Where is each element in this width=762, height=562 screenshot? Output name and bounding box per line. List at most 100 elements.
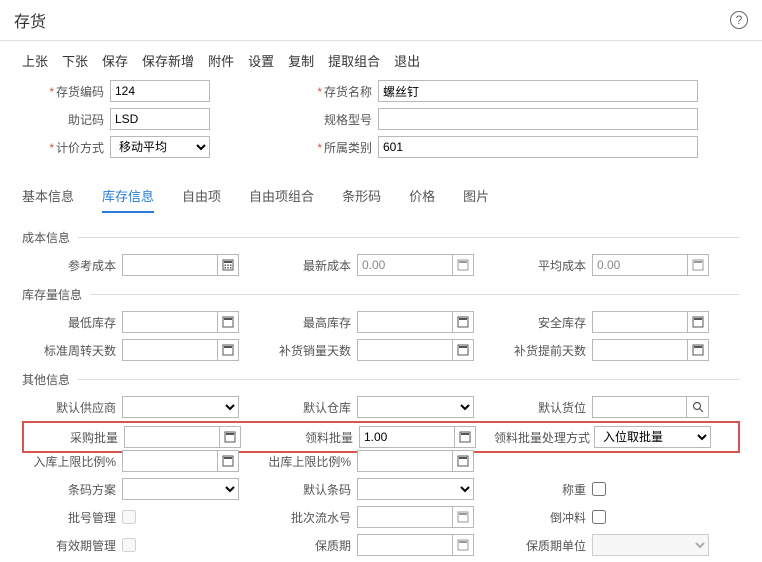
issue-batch-input[interactable] (359, 426, 454, 448)
out-upper-input[interactable] (357, 450, 452, 472)
replenish-sales-label: 补货销量天数 (257, 342, 357, 359)
toolbar-copy[interactable]: 复制 (288, 51, 314, 70)
calculator-icon (452, 534, 474, 556)
reverse-checkbox[interactable] (592, 510, 606, 524)
calculator-icon (687, 254, 709, 276)
toolbar-next[interactable]: 下张 (62, 51, 88, 70)
calculator-icon[interactable] (687, 339, 709, 361)
turnover-label: 标准周转天数 (22, 342, 122, 359)
latest-cost-label: 最新成本 (257, 257, 357, 274)
shelf-life-label: 保质期 (257, 537, 357, 554)
calculator-icon[interactable] (452, 311, 474, 333)
location-label: 默认货位 (492, 399, 592, 416)
safety-stock-input[interactable] (592, 311, 687, 333)
section-other: 其他信息 (22, 371, 740, 388)
weigh-label: 称重 (492, 481, 592, 498)
replenish-lead-label: 补货提前天数 (492, 342, 592, 359)
batch-serial-input (357, 506, 452, 528)
tab-image[interactable]: 图片 (463, 186, 489, 213)
tab-free-item[interactable]: 自由项 (182, 186, 221, 213)
shelf-unit-select (592, 534, 709, 556)
calculator-icon (452, 254, 474, 276)
calculator-icon[interactable] (454, 426, 476, 448)
code-label: 存货编码 (22, 83, 110, 100)
cost-method-select[interactable]: 移动平均 (110, 136, 210, 158)
calculator-icon (452, 506, 474, 528)
avg-cost-input (592, 254, 687, 276)
toolbar: 上张 下张 保存 保存新增 附件 设置 复制 提取组合 退出 (0, 41, 762, 80)
issue-method-select[interactable]: 入位取批量 (594, 426, 711, 448)
mnemonic-input[interactable] (110, 108, 210, 130)
toolbar-save-new[interactable]: 保存新增 (142, 51, 194, 70)
calculator-icon[interactable] (217, 450, 239, 472)
tab-stock-info[interactable]: 库存信息 (102, 186, 154, 213)
purchase-batch-input[interactable] (124, 426, 219, 448)
ref-cost-input[interactable] (122, 254, 217, 276)
highlighted-row: 采购批量 领料批量 领料批量处理方式入位取批量 (22, 421, 740, 453)
toolbar-save[interactable]: 保存 (102, 51, 128, 70)
issue-method-label: 领料批量处理方式 (494, 429, 594, 446)
min-stock-label: 最低库存 (22, 314, 122, 331)
batch-mgmt-checkbox (122, 510, 136, 524)
supplier-select[interactable] (122, 396, 239, 418)
warehouse-label: 默认仓库 (257, 399, 357, 416)
page-title: 存货 (14, 8, 46, 32)
category-label: 所属类别 (290, 139, 378, 156)
tab-free-combo[interactable]: 自由项组合 (249, 186, 314, 213)
calculator-icon[interactable] (217, 339, 239, 361)
calculator-icon[interactable] (219, 426, 241, 448)
tab-price[interactable]: 价格 (409, 186, 435, 213)
replenish-lead-input[interactable] (592, 339, 687, 361)
reverse-label: 倒冲料 (492, 509, 592, 526)
tab-barcode[interactable]: 条形码 (342, 186, 381, 213)
calculator-icon[interactable] (452, 450, 474, 472)
avg-cost-label: 平均成本 (492, 257, 592, 274)
batch-mgmt-label: 批号管理 (22, 509, 122, 526)
code-input[interactable] (110, 80, 210, 102)
calculator-icon[interactable] (217, 311, 239, 333)
toolbar-exit[interactable]: 退出 (394, 51, 420, 70)
search-icon[interactable] (687, 396, 709, 418)
help-icon[interactable]: ? (730, 11, 748, 29)
tab-bar: 基本信息 库存信息 自由项 自由项组合 条形码 价格 图片 (0, 174, 762, 219)
location-input[interactable] (592, 396, 687, 418)
tab-basic[interactable]: 基本信息 (22, 186, 74, 213)
weigh-checkbox[interactable] (592, 482, 606, 496)
in-upper-input[interactable] (122, 450, 217, 472)
safety-stock-label: 安全库存 (492, 314, 592, 331)
spec-label: 规格型号 (290, 111, 378, 128)
calculator-icon[interactable] (687, 311, 709, 333)
shelf-life-input (357, 534, 452, 556)
turnover-input[interactable] (122, 339, 217, 361)
cost-method-label: 计价方式 (22, 139, 110, 156)
max-stock-label: 最高库存 (257, 314, 357, 331)
min-stock-input[interactable] (122, 311, 217, 333)
toolbar-extract[interactable]: 提取组合 (328, 51, 380, 70)
supplier-label: 默认供应商 (22, 399, 122, 416)
expiry-mgmt-checkbox (122, 538, 136, 552)
barcode-scheme-select[interactable] (122, 478, 239, 500)
out-upper-label: 出库上限比例% (257, 453, 357, 470)
purchase-batch-label: 采购批量 (24, 429, 124, 446)
max-stock-input[interactable] (357, 311, 452, 333)
shelf-unit-label: 保质期单位 (492, 537, 592, 554)
in-upper-label: 入库上限比例% (22, 453, 122, 470)
name-label: 存货名称 (290, 83, 378, 100)
latest-cost-input (357, 254, 452, 276)
toolbar-settings[interactable]: 设置 (248, 51, 274, 70)
default-barcode-select[interactable] (357, 478, 474, 500)
name-input[interactable] (378, 80, 698, 102)
barcode-scheme-label: 条码方案 (22, 481, 122, 498)
mnemonic-label: 助记码 (22, 111, 110, 128)
ref-cost-label: 参考成本 (22, 257, 122, 274)
toolbar-prev[interactable]: 上张 (22, 51, 48, 70)
spec-input[interactable] (378, 108, 698, 130)
issue-batch-label: 领料批量 (259, 429, 359, 446)
warehouse-select[interactable] (357, 396, 474, 418)
replenish-sales-input[interactable] (357, 339, 452, 361)
batch-serial-label: 批次流水号 (257, 509, 357, 526)
toolbar-attachment[interactable]: 附件 (208, 51, 234, 70)
calculator-icon[interactable] (217, 254, 239, 276)
calculator-icon[interactable] (452, 339, 474, 361)
category-input[interactable] (378, 136, 698, 158)
